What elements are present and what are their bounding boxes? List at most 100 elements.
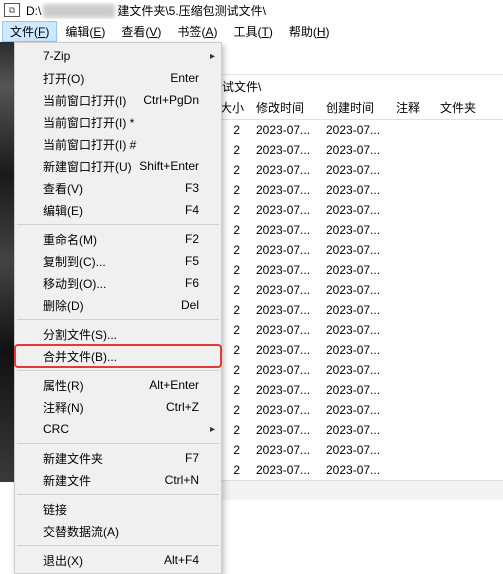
menu-file[interactable]: 文件(F) — [2, 21, 57, 42]
menu-entry[interactable]: 退出(X) Alt+F4 — [15, 549, 221, 571]
file-dropdown: 7-Zip打开(O)Enter当前窗口打开(I)Ctrl+PgDn当前窗口打开(… — [14, 42, 222, 574]
cell-modified: 2023-07... — [248, 323, 318, 337]
cell-modified: 2023-07... — [248, 223, 318, 237]
menu-entry[interactable]: 注释(N) Ctrl+Z — [15, 396, 221, 418]
menu-entry-shortcut: Ctrl+PgDn — [143, 93, 199, 107]
menu-entry-shortcut: F7 — [185, 451, 199, 465]
left-strip — [0, 42, 14, 482]
menu-entry[interactable]: 7-Zip — [15, 45, 221, 67]
menu-bookmarks[interactable]: 书签(A) — [169, 21, 225, 42]
cell-created: 2023-07... — [318, 223, 388, 237]
menu-view[interactable]: 查看(V) — [113, 21, 169, 42]
menu-entry-label: 注释(N) — [43, 399, 84, 416]
menu-entry[interactable]: 链接 — [15, 498, 221, 520]
cell-created: 2023-07... — [318, 323, 388, 337]
col-created[interactable]: 创建时间 — [318, 99, 388, 116]
menu-entry[interactable]: CRC — [15, 418, 221, 440]
menu-help[interactable]: 帮助(H) — [281, 21, 338, 42]
title-prefix: D:\ — [26, 4, 41, 18]
menu-entry-label: 当前窗口打开(I) # — [43, 136, 136, 153]
col-folder[interactable]: 文件夹 — [432, 99, 488, 116]
menu-entry[interactable]: 查看(V) F3 — [15, 177, 221, 199]
menu-separator — [17, 224, 219, 225]
menu-entry[interactable]: 当前窗口打开(I) # — [15, 133, 221, 155]
menu-entry-label: CRC — [43, 422, 69, 436]
cell-modified: 2023-07... — [248, 443, 318, 457]
cell-created: 2023-07... — [318, 203, 388, 217]
menu-entry-label: 复制到(C)... — [43, 253, 106, 270]
menu-entry[interactable]: 移动到(O)...F6 — [15, 272, 221, 294]
menu-entry[interactable]: 复制到(C)... F5 — [15, 250, 221, 272]
cell-modified: 2023-07... — [248, 303, 318, 317]
menu-bar: 文件(F) 编辑(E) 查看(V) 书签(A) 工具(T) 帮助(H) — [0, 20, 503, 42]
menu-separator — [17, 494, 219, 495]
cell-created: 2023-07... — [318, 163, 388, 177]
menu-edit[interactable]: 编辑(E) — [57, 21, 113, 42]
cell-created: 2023-07... — [318, 123, 388, 137]
menu-separator — [17, 443, 219, 444]
cell-created: 2023-07... — [318, 283, 388, 297]
cell-created: 2023-07... — [318, 403, 388, 417]
menu-entry[interactable]: 新建文件夹 F7 — [15, 447, 221, 469]
menu-entry-shortcut: Ctrl+N — [165, 473, 199, 487]
menu-separator — [17, 370, 219, 371]
path-fragment[interactable]: 试文件\ — [222, 78, 261, 95]
menu-entry-label: 退出(X) — [43, 552, 83, 569]
menu-entry-label: 删除(D) — [43, 297, 84, 314]
menu-entry[interactable]: 分割文件(S)... — [15, 323, 221, 345]
cell-created: 2023-07... — [318, 423, 388, 437]
col-note[interactable]: 注释 — [388, 99, 432, 116]
cell-created: 2023-07... — [318, 343, 388, 357]
menu-entry-shortcut: F3 — [185, 181, 199, 195]
menu-entry-label: 链接 — [43, 501, 67, 518]
cell-created: 2023-07... — [318, 303, 388, 317]
cell-modified: 2023-07... — [248, 343, 318, 357]
cell-modified: 2023-07... — [248, 363, 318, 377]
menu-entry[interactable]: 新建窗口打开(U) Shift+Enter — [15, 155, 221, 177]
menu-entry-shortcut: Enter — [170, 71, 199, 85]
title-bar: ⧉ D:\ 建文件夹\5.压缩包测试文件\ — [0, 0, 503, 20]
cell-modified: 2023-07... — [248, 463, 318, 477]
menu-entry[interactable]: 当前窗口打开(I) Ctrl+PgDn — [15, 89, 221, 111]
menu-entry-shortcut: Alt+Enter — [149, 378, 199, 392]
menu-entry[interactable]: 重命名(M)F2 — [15, 228, 221, 250]
menu-entry-shortcut: F5 — [185, 254, 199, 268]
menu-entry[interactable]: 打开(O) Enter — [15, 67, 221, 89]
menu-entry[interactable]: 合并文件(B)... — [15, 345, 221, 367]
menu-tools[interactable]: 工具(T) — [225, 21, 280, 42]
cell-modified: 2023-07... — [248, 243, 318, 257]
menu-separator — [17, 545, 219, 546]
cell-created: 2023-07... — [318, 143, 388, 157]
menu-entry-label: 新建窗口打开(U) — [43, 158, 132, 175]
window-title: D:\ 建文件夹\5.压缩包测试文件\ — [26, 2, 266, 19]
menu-entry-label: 交替数据流(A) — [43, 523, 119, 540]
menu-entry-label: 当前窗口打开(I) — [43, 92, 126, 109]
cell-modified: 2023-07... — [248, 123, 318, 137]
menu-entry-shortcut: Shift+Enter — [139, 159, 199, 173]
cell-created: 2023-07... — [318, 443, 388, 457]
menu-entry-label: 打开(O) — [43, 70, 84, 87]
menu-entry-label: 编辑(E) — [43, 202, 83, 219]
cell-modified: 2023-07... — [248, 163, 318, 177]
menu-entry[interactable]: 删除(D)Del — [15, 294, 221, 316]
menu-entry-label: 分割文件(S)... — [43, 326, 117, 343]
menu-entry[interactable]: 编辑(E)F4 — [15, 199, 221, 221]
menu-entry-shortcut: Alt+F4 — [164, 553, 199, 567]
cell-modified: 2023-07... — [248, 383, 318, 397]
menu-entry-label: 查看(V) — [43, 180, 83, 197]
cell-created: 2023-07... — [318, 383, 388, 397]
menu-entry-label: 重命名(M) — [43, 231, 97, 248]
menu-entry[interactable]: 当前窗口打开(I) * — [15, 111, 221, 133]
col-modified[interactable]: 修改时间 — [248, 99, 318, 116]
menu-entry-label: 新建文件夹 — [43, 450, 103, 467]
menu-entry[interactable]: 属性(R)Alt+Enter — [15, 374, 221, 396]
menu-entry-shortcut: Ctrl+Z — [166, 400, 199, 414]
cell-created: 2023-07... — [318, 183, 388, 197]
cell-created: 2023-07... — [318, 463, 388, 477]
title-suffix: 建文件夹\5.压缩包测试文件\ — [117, 4, 266, 18]
app-icon: ⧉ — [4, 3, 20, 17]
menu-entry-label: 新建文件 — [43, 472, 91, 489]
menu-entry[interactable]: 交替数据流(A) — [15, 520, 221, 542]
menu-entry-label: 合并文件(B)... — [43, 348, 117, 365]
menu-entry[interactable]: 新建文件 Ctrl+N — [15, 469, 221, 491]
